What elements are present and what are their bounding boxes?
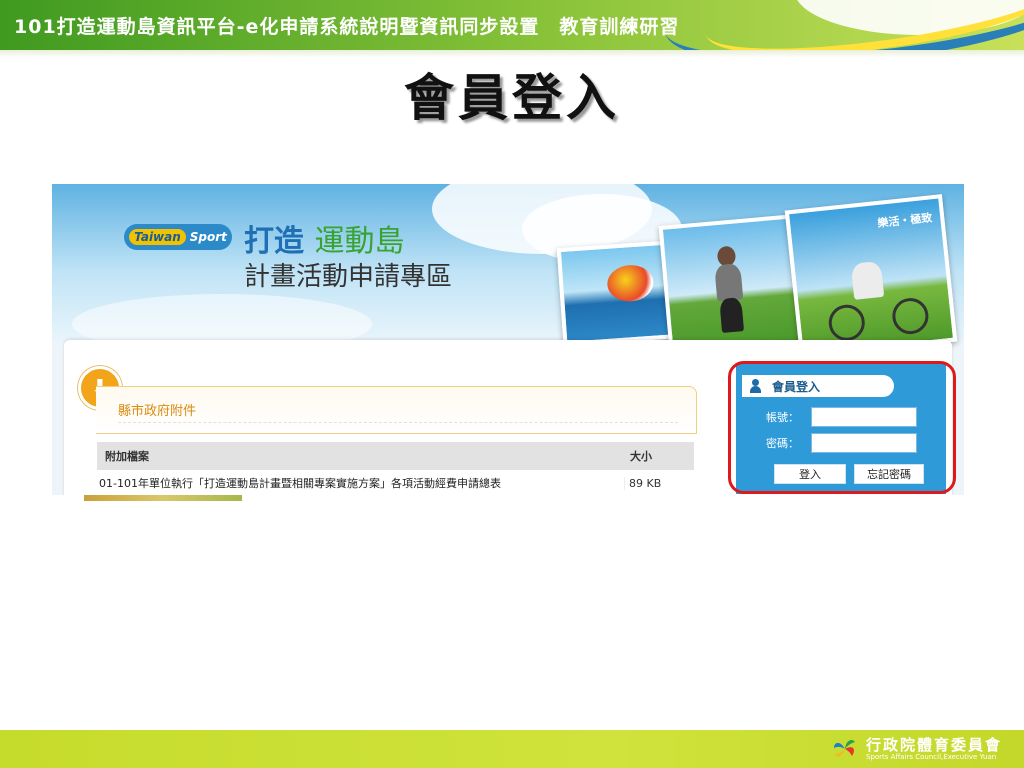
photo-tag: 樂活・極致 <box>876 211 933 230</box>
photo-cyclist: 樂活・極致 <box>784 194 958 358</box>
taiwan-isport-logo[interactable]: Taiwan Sport <box>124 224 232 250</box>
slide-top-banner: 101打造運動島資訊平台-e化申請系統說明暨資訊同步設置 教育訓練研習 <box>0 0 1024 50</box>
attachments-table: 附加檔案 大小 01-101年單位執行「打造運動島計畫暨相關專案實施方案」各項活… <box>97 442 694 495</box>
runner-legs <box>719 297 745 333</box>
site-title-part: 打造 <box>244 224 304 259</box>
logo-badge: Taiwan <box>129 229 186 245</box>
org-name-english: Sports Affairs Council,Executive Yuan <box>866 753 997 761</box>
site-title: 打造 運動島 <box>244 216 404 260</box>
column-header-size: 大小 <box>630 450 652 463</box>
sports-council-logo-icon <box>834 740 855 757</box>
runner-body <box>714 263 744 302</box>
parachute-shape <box>606 263 655 303</box>
banner-shadow <box>0 50 1024 58</box>
login-highlight-circle <box>728 361 956 494</box>
table-header: 附加檔案 大小 <box>97 442 694 470</box>
table-row[interactable]: 01-101年單位執行「打造運動島計畫暨相關專案實施方案」各項活動經費申請總表 … <box>97 470 694 495</box>
attachment-link[interactable]: 01-101年單位執行「打造運動島計畫暨相關專案實施方案」各項活動經費申請總表 <box>97 475 624 491</box>
photo-runner <box>658 214 804 356</box>
logo-text: Sport <box>189 230 227 244</box>
column-header-file: 附加檔案 <box>105 450 149 463</box>
cyclist-body <box>850 260 885 300</box>
divider <box>118 422 678 423</box>
image-strip <box>84 495 242 501</box>
attachment-size: 89 KB <box>624 476 693 490</box>
bike-wheel <box>890 296 931 336</box>
slide-heading: 會員登入 <box>404 69 620 127</box>
org-name: 行政院體育委員會 <box>866 736 1003 754</box>
slide-top-title: 101打造運動島資訊平台-e化申請系統說明暨資訊同步設置 教育訓練研習 <box>14 16 680 38</box>
site-hero-banner: Taiwan Sport 打造 運動島 計畫活動申請專區 樂活・極致 <box>52 184 964 358</box>
attachments-title: 縣市政府附件 <box>118 404 197 419</box>
bike-wheel <box>826 303 867 343</box>
site-title-part: 運動島 <box>314 224 405 259</box>
site-subtitle: 計畫活動申請專區 <box>244 262 453 292</box>
